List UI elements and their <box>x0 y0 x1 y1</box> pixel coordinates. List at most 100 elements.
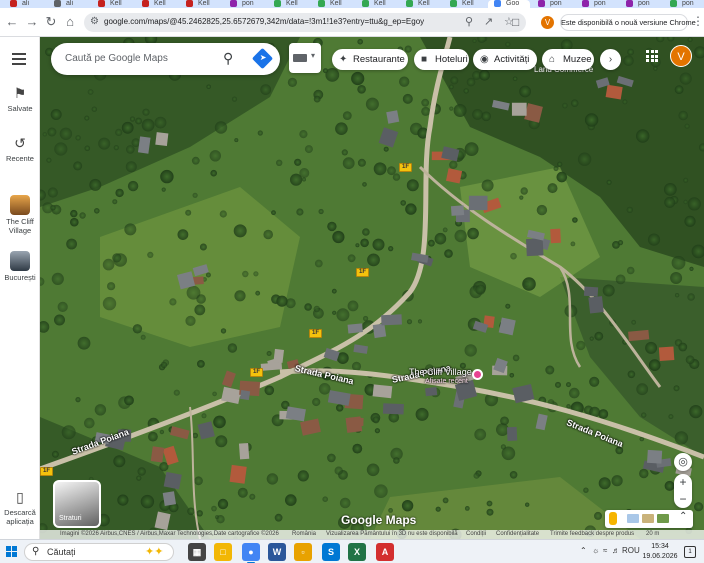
chrome-update-button[interactable]: Este disponibilă o nouă versiune Chrome <box>560 14 696 31</box>
place-pin-icon[interactable] <box>472 369 483 380</box>
browser-tab[interactable]: Kell <box>268 0 310 8</box>
browser-tab[interactable]: pon <box>224 0 266 8</box>
maps-search-box[interactable]: Caută pe Google Maps ⚲ ➤ <box>51 43 280 75</box>
browser-tab[interactable]: Kell <box>356 0 398 8</box>
search-icon: ⚲ <box>32 546 40 557</box>
store-icon[interactable]: S <box>322 543 340 561</box>
map-type-button[interactable]: ▾ <box>289 43 321 73</box>
zoom-controls: + − <box>674 474 692 508</box>
address-bar[interactable]: ⚙ google.com/maps/@45.2462825,25.6572679… <box>84 13 526 32</box>
windows-start-icon[interactable] <box>6 546 18 558</box>
scale-label[interactable]: 20 m <box>646 530 659 539</box>
browser-tab[interactable]: pon <box>532 0 574 8</box>
search-icon[interactable]: ⚲ <box>223 50 233 67</box>
back-icon[interactable]: ← <box>4 14 20 30</box>
task-view-icon[interactable]: ▦ <box>188 543 206 561</box>
account-avatar[interactable]: V <box>670 45 692 67</box>
menu-icon[interactable] <box>12 53 26 68</box>
chip-hotels[interactable]: ■ Hoteluri <box>414 49 469 70</box>
bed-icon: ■ <box>421 54 428 65</box>
chevron-down-icon: ▾ <box>311 51 316 60</box>
road-number-badge: 1F <box>40 467 54 476</box>
directions-icon[interactable]: ➤ <box>251 47 274 70</box>
chrome-icon[interactable]: ● <box>242 543 260 563</box>
browser-tab[interactable]: ali <box>4 0 46 8</box>
profile-icon[interactable]: V <box>541 16 554 29</box>
taskbar-search[interactable]: ⚲ Căutați ✦✦ <box>24 543 174 561</box>
my-location-icon[interactable]: ◎ <box>674 453 692 471</box>
phone-icon: ▯ <box>16 489 24 505</box>
browser-tab[interactable]: pon <box>664 0 704 8</box>
home-icon[interactable]: ⌂ <box>62 14 78 30</box>
site-info-icon[interactable]: ⚙ <box>90 16 99 27</box>
recent-place-cliff-village[interactable]: The Cliff Village <box>0 195 40 235</box>
browser-tab[interactable]: Kell <box>312 0 354 8</box>
reload-icon[interactable]: ↻ <box>43 14 59 30</box>
layer-thumb-icon[interactable] <box>642 514 654 523</box>
chip-restaurants[interactable]: ✦ Restaurante <box>332 49 408 70</box>
notification-icon[interactable]: 1 <box>684 546 696 558</box>
expand-icon[interactable]: ⌃ <box>679 511 687 522</box>
clock-time: 15:34 <box>651 543 669 550</box>
zoom-out-button[interactable]: − <box>674 491 692 508</box>
tray-overflow-icon[interactable]: ⌃ <box>580 546 587 555</box>
chip-activities[interactable]: ◉ Activități <box>473 49 537 70</box>
browser-tab[interactable]: Kell <box>444 0 486 8</box>
tab-label: Kell <box>462 0 474 7</box>
wifi-icon[interactable]: ≈ <box>603 546 607 555</box>
layers-button[interactable]: Straturi <box>53 480 101 528</box>
file-explorer-icon[interactable]: □ <box>214 543 232 561</box>
layer-thumb-icon[interactable] <box>657 514 669 523</box>
download-app-label: Descarcă aplicația <box>4 508 36 526</box>
forward-icon[interactable]: → <box>24 14 40 30</box>
history-icon: ↺ <box>14 135 26 151</box>
taskbar-clock[interactable]: 15:34 19.06.2026 <box>640 542 680 562</box>
tab-favicon-icon <box>450 0 457 7</box>
tab-favicon-icon <box>494 0 501 7</box>
more-menu-icon[interactable]: ⋮ <box>692 14 704 28</box>
browser-tab[interactable]: pon <box>620 0 662 8</box>
layer-thumb-icon[interactable] <box>627 514 639 523</box>
browser-tab[interactable]: Kell <box>400 0 442 8</box>
word-icon[interactable]: W <box>268 543 286 561</box>
google-apps-icon[interactable] <box>646 50 658 62</box>
recent-place-bucuresti[interactable]: București <box>0 251 40 282</box>
zoom-icon[interactable]: ⚲ <box>465 15 473 28</box>
privacy-link[interactable]: Confidențialitate <box>496 530 539 539</box>
browser-tab[interactable]: Kell <box>92 0 134 8</box>
google-maps-logo: Google Maps <box>341 513 417 527</box>
volume-icon[interactable]: ♬ <box>612 546 620 555</box>
excel-icon[interactable]: X <box>348 543 366 561</box>
recent-place-label: The Cliff Village <box>6 217 34 235</box>
satellite-map[interactable]: Strada Poiana Strada Poiana Strada Poian… <box>40 37 704 539</box>
recent-button[interactable]: ↺ Recente <box>0 135 40 163</box>
terms-link[interactable]: Condiții <box>466 530 486 539</box>
chips-next-button[interactable]: › <box>600 49 621 70</box>
saved-button[interactable]: ⚑ Salvate <box>0 85 40 113</box>
browser-tab[interactable]: Kell <box>180 0 222 8</box>
share-icon[interactable]: ↗ <box>484 15 493 28</box>
language-indicator[interactable]: ROU <box>622 546 640 555</box>
imagery-credit: Imagini ©2026 Airbus,CNES / Airbus,Maxar… <box>60 531 279 537</box>
tab-label: Kell <box>198 0 210 7</box>
download-app-button[interactable]: ▯ Descarcă aplicația <box>0 489 40 526</box>
taskbar-search-placeholder: Căutați <box>47 547 76 557</box>
zoom-in-button[interactable]: + <box>674 474 692 491</box>
feedback-link[interactable]: Trimite feedback despre produs <box>550 530 634 539</box>
tab-label: pon <box>594 0 606 7</box>
browser-tab[interactable]: Goo <box>488 0 530 8</box>
search-input[interactable]: Caută pe Google Maps <box>65 53 168 64</box>
pegman-icon[interactable] <box>609 512 617 525</box>
extensions-icon[interactable]: □ <box>512 15 519 29</box>
place-label[interactable]: The Cliff Village <box>409 367 472 377</box>
sticky-notes-icon[interactable]: ▫ <box>294 543 312 561</box>
browser-tab[interactable]: ali <box>48 0 90 8</box>
acrobat-icon[interactable]: A <box>376 543 394 561</box>
browser-tab[interactable]: Kell <box>136 0 178 8</box>
road-number-badge: 1F <box>250 368 264 377</box>
tab-label: Kell <box>330 0 342 7</box>
browser-tab[interactable]: pon <box>576 0 618 8</box>
network-icon[interactable]: ☼ <box>592 546 599 555</box>
chip-museums[interactable]: ⌂ Muzee <box>542 49 594 70</box>
bookmark-icon: ⚑ <box>13 85 27 101</box>
